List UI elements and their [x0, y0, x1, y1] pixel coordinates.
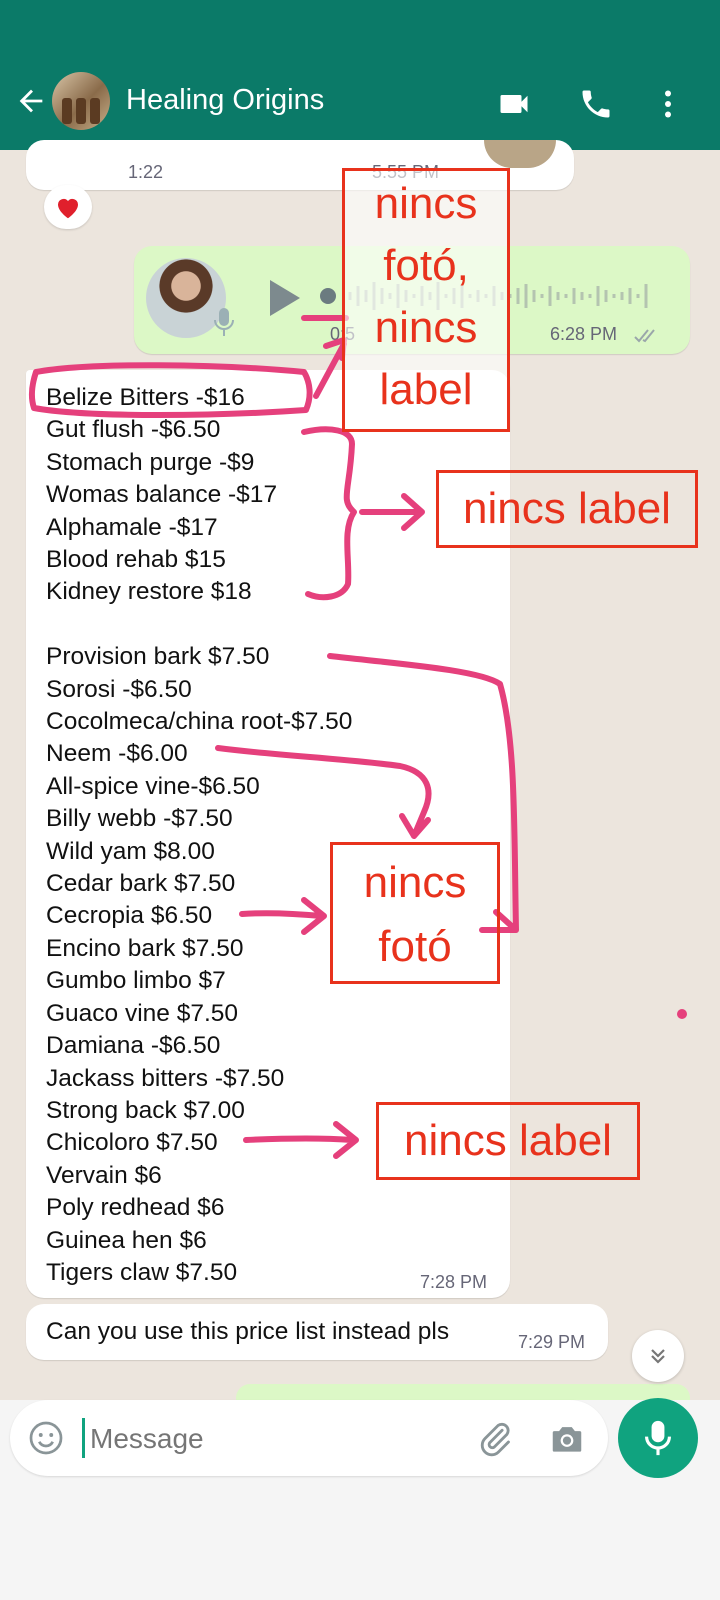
annotation-no-photo-no-label: nincs fotó, nincs label: [342, 168, 510, 432]
annotation-line: nincs: [374, 303, 478, 352]
camera-icon[interactable]: [548, 1420, 586, 1458]
annotation-no-label-1: nincs label: [436, 470, 698, 548]
annotation-line: label: [379, 365, 473, 414]
annotation-line: fotó: [378, 922, 452, 971]
annotation-line: nincs: [374, 179, 478, 228]
emoji-icon[interactable]: [28, 1420, 64, 1456]
mic-icon: [645, 1420, 671, 1456]
annotation-no-label-2: nincs label: [376, 1102, 640, 1180]
bottom-blank-area: [0, 1486, 720, 1600]
attach-icon[interactable]: [476, 1420, 514, 1458]
message-input[interactable]: [88, 1416, 462, 1462]
annotation-no-photo: nincs fotó: [330, 842, 500, 984]
annotation-line: nincs: [363, 858, 467, 907]
text-cursor: [82, 1418, 85, 1458]
annotation-line: fotó,: [383, 241, 469, 290]
voice-record-button[interactable]: [618, 1398, 698, 1478]
message-composer: [10, 1400, 608, 1476]
